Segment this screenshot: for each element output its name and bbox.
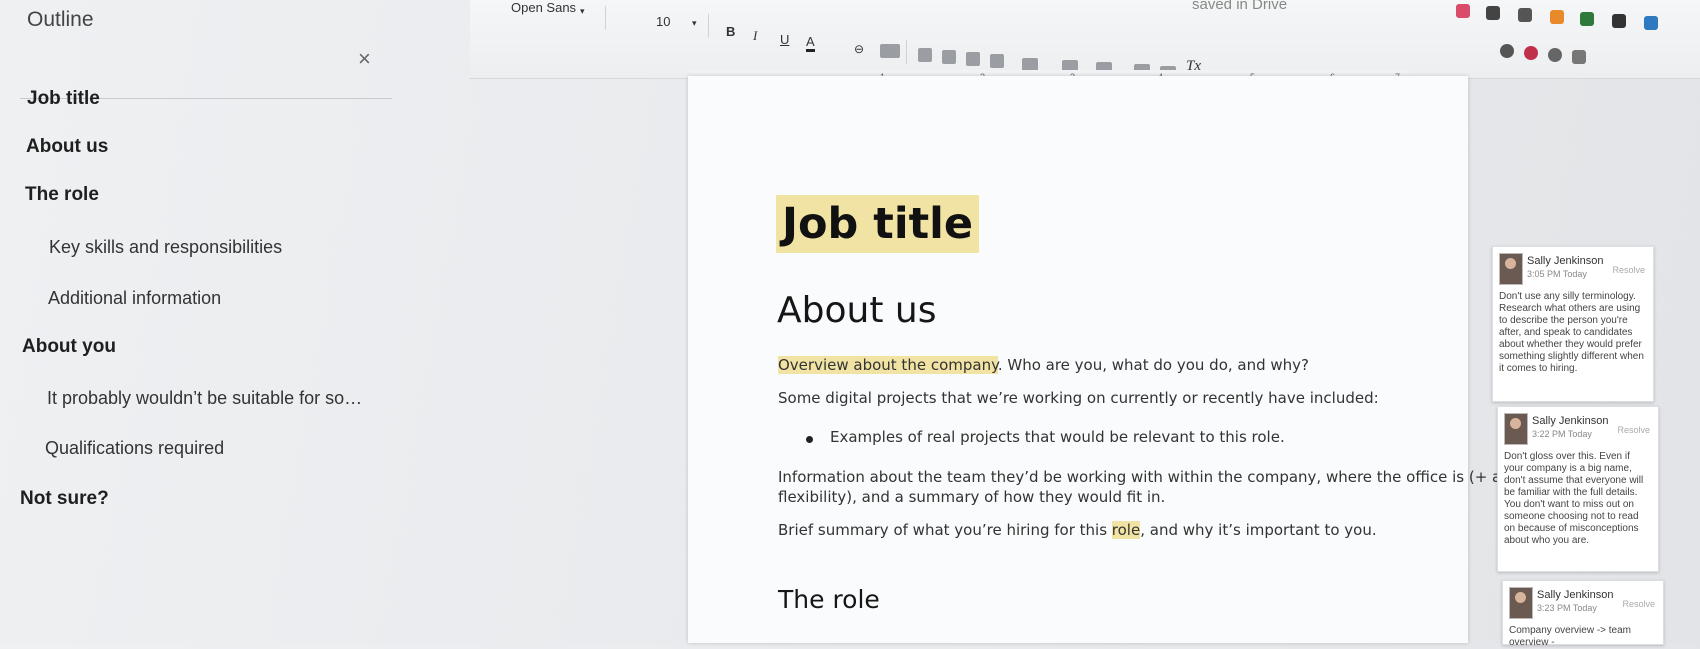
menu-icon[interactable]: [1572, 50, 1586, 64]
paragraph-overview[interactable]: Overview about the company. Who are you,…: [778, 356, 1309, 374]
paragraph-text: . Who are you, what do you do, and why?: [997, 356, 1310, 374]
outline-panel: Outline × Job title About us The role Ke…: [0, 0, 400, 643]
chevron-down-icon[interactable]: ▾: [692, 18, 697, 29]
comment-author: Sally Jenkinson: [1532, 415, 1609, 427]
outline-title: Outline: [27, 8, 94, 31]
paragraph-summary[interactable]: Brief summary of what you’re hiring for …: [778, 521, 1377, 539]
comment-time: 3:05 PM Today: [1527, 269, 1587, 279]
avatar: [1504, 413, 1528, 445]
extension-icon[interactable]: [1486, 6, 1500, 20]
extension-icon[interactable]: [1524, 46, 1538, 60]
close-icon[interactable]: ×: [358, 46, 371, 72]
document-title[interactable]: Job title: [776, 195, 980, 253]
extension-icon[interactable]: [1580, 12, 1594, 26]
extension-icon[interactable]: [1456, 4, 1470, 18]
comment-author: Sally Jenkinson: [1537, 589, 1614, 601]
star-icon[interactable]: [1500, 44, 1514, 58]
comment-time: 3:22 PM Today: [1532, 429, 1592, 439]
outline-item-qualifications[interactable]: Qualifications required: [45, 438, 224, 459]
paragraph-team[interactable]: Information about the team they’d be wor…: [778, 468, 1520, 486]
outline-item-job-title[interactable]: Job title: [27, 88, 100, 110]
paragraph-text: Brief summary of what you’re hiring for …: [778, 521, 1112, 539]
comment-time: 3:23 PM Today: [1537, 603, 1597, 613]
extension-icon[interactable]: [1518, 8, 1532, 22]
list-item[interactable]: Examples of real projects that would be …: [830, 428, 1285, 446]
font-select[interactable]: Open Sans: [511, 0, 576, 15]
highlighted-text[interactable]: Overview about the company: [778, 356, 998, 374]
outline-item-about-us[interactable]: About us: [26, 136, 108, 158]
resolve-button[interactable]: Resolve: [1617, 425, 1650, 435]
outline-item-not-sure[interactable]: Not sure?: [20, 488, 109, 510]
save-status: saved in Drive: [1192, 0, 1288, 13]
align-left-icon[interactable]: [918, 48, 932, 62]
align-justify-icon[interactable]: [990, 54, 1004, 68]
align-right-icon[interactable]: [966, 52, 980, 66]
outline-item-key-skills[interactable]: Key skills and responsibilities: [49, 237, 282, 258]
toolbar-divider: [906, 40, 907, 64]
extension-icon[interactable]: [1644, 16, 1658, 30]
paragraph-text: , and why it’s important to you.: [1140, 521, 1377, 539]
comment-card[interactable]: Sally Jenkinson 3:23 PM Today Resolve Co…: [1502, 580, 1664, 648]
toolbar-divider: [708, 14, 709, 38]
font-size-select[interactable]: 10: [656, 14, 670, 29]
chevron-down-icon[interactable]: ▾: [580, 6, 585, 17]
underline-button[interactable]: U: [780, 32, 789, 47]
paragraph-team-cont[interactable]: flexibility), and a summary of how they …: [778, 488, 1165, 506]
resolve-button[interactable]: Resolve: [1622, 599, 1655, 609]
highlighted-text[interactable]: role: [1111, 521, 1141, 539]
comment-card[interactable]: Sally Jenkinson 3:05 PM Today Resolve Do…: [1492, 246, 1654, 402]
heading-the-role[interactable]: The role: [778, 585, 880, 614]
paragraph-projects[interactable]: Some digital projects that we’re working…: [778, 389, 1379, 407]
browser-extension-icons: [1440, 0, 1700, 64]
resolve-button[interactable]: Resolve: [1612, 265, 1645, 275]
comment-icon[interactable]: [880, 44, 900, 58]
avatar: [1509, 587, 1533, 619]
toolbar-divider: [605, 6, 606, 30]
text-color-button[interactable]: A: [806, 34, 815, 52]
italic-button[interactable]: I: [753, 28, 757, 44]
comment-text: Don't gloss over this. Even if your comp…: [1504, 451, 1644, 546]
comment-text: Don't use any silly terminology. Researc…: [1499, 291, 1644, 374]
align-center-icon[interactable]: [942, 50, 956, 64]
extension-icon[interactable]: [1612, 14, 1626, 28]
bullet-icon: [806, 436, 813, 443]
comment-author: Sally Jenkinson: [1527, 255, 1604, 267]
heading-about-us[interactable]: About us: [777, 290, 936, 331]
outline-item-about-you[interactable]: About you: [22, 336, 116, 358]
extension-icon[interactable]: [1548, 48, 1562, 62]
extension-icon[interactable]: [1550, 10, 1564, 24]
outline-item-the-role[interactable]: The role: [25, 184, 99, 206]
avatar: [1499, 253, 1523, 285]
outline-item-additional-info[interactable]: Additional information: [48, 288, 221, 309]
bold-button[interactable]: B: [726, 24, 735, 39]
link-icon[interactable]: ⊖: [854, 42, 864, 56]
outline-item-not-suitable[interactable]: It probably wouldn’t be suitable for so…: [47, 388, 362, 409]
comment-card[interactable]: Sally Jenkinson 3:22 PM Today Resolve Do…: [1497, 406, 1659, 572]
comment-text: Company overview -> team overview -: [1509, 625, 1631, 648]
